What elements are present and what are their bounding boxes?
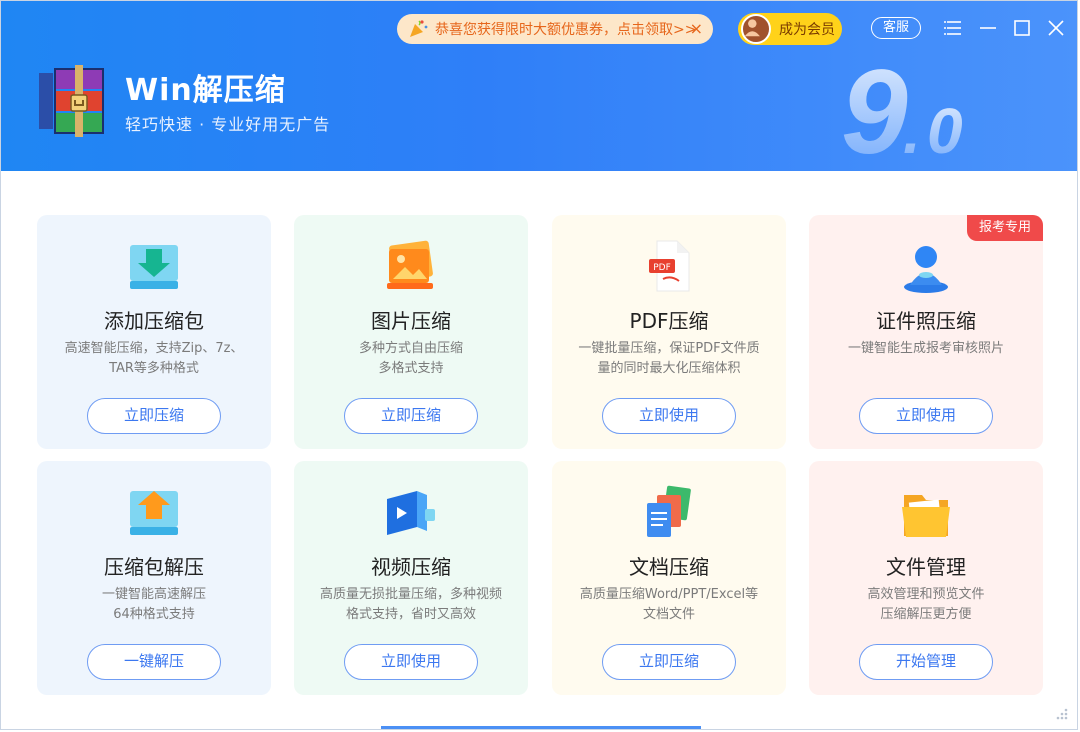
- document-icon: [647, 485, 691, 537]
- card-image-compress[interactable]: 图片压缩 多种方式自由压缩 多格式支持 立即压缩: [294, 215, 528, 449]
- become-member-button[interactable]: 成为会员: [738, 13, 842, 45]
- video-icon: [387, 491, 435, 535]
- card-title: PDF压缩: [629, 309, 709, 333]
- card-description: 高效管理和预览文件 压缩解压更方便: [867, 587, 985, 622]
- use-now-button[interactable]: 立即使用: [602, 398, 736, 434]
- winrar-logo-icon: [39, 65, 104, 137]
- card-document-compress[interactable]: 文档压缩 高质量压缩Word/PPT/Excel等 文档文件 立即压缩: [552, 461, 786, 695]
- use-now-button[interactable]: 立即使用: [859, 398, 993, 434]
- promo-close-icon[interactable]: ×: [690, 19, 703, 38]
- card-title: 图片压缩: [371, 309, 451, 333]
- start-manage-button[interactable]: 开始管理: [859, 644, 993, 680]
- close-icon[interactable]: [1045, 17, 1067, 39]
- promo-text: 恭喜您获得限时大额优惠券，点击领取>>: [435, 22, 697, 38]
- app-header: Win解压缩 轻巧快速 · 专业好用无广告 9 . 0 恭喜您获得限时大额优惠券…: [1, 1, 1077, 171]
- party-popper-icon: [410, 20, 428, 37]
- member-label: 成为会员: [779, 22, 835, 38]
- svg-text:9: 9: [841, 45, 908, 171]
- folder-icon: [902, 495, 950, 537]
- card-id-photo[interactable]: 报考专用 证件照压缩 一键智能生成报考审核照片 立即使用: [809, 215, 1043, 449]
- add-archive-icon: [130, 245, 178, 289]
- id-photo-icon: [904, 246, 948, 293]
- exam-only-badge: 报考专用: [967, 215, 1043, 241]
- card-description: 高速智能压缩，支持Zip、7z、 TAR等多种格式: [64, 341, 244, 376]
- card-title: 压缩包解压: [104, 555, 204, 579]
- card-title: 文档压缩: [629, 555, 709, 579]
- promo-banner[interactable]: 恭喜您获得限时大额优惠券，点击领取>> ×: [397, 14, 713, 44]
- bottom-accent-bar: [381, 726, 701, 729]
- card-file-manager[interactable]: 文件管理 高效管理和预览文件 压缩解压更方便 开始管理: [809, 461, 1043, 695]
- app-subtitle: 轻巧快速 · 专业好用无广告: [125, 115, 331, 134]
- customer-service-button[interactable]: 客服: [871, 17, 921, 39]
- compress-now-button[interactable]: 立即压缩: [344, 398, 478, 434]
- compress-now-button[interactable]: 立即压缩: [602, 644, 736, 680]
- extract-icon: [130, 491, 178, 535]
- resize-grip-icon[interactable]: [1053, 705, 1069, 721]
- card-description: 一键智能生成报考审核照片: [847, 341, 1004, 356]
- card-description: 一键批量压缩，保证PDF文件质 量的同时最大化压缩体积: [578, 341, 760, 376]
- card-description: 高质量无损批量压缩，多种视频 格式支持，省时又高效: [319, 587, 502, 622]
- card-video-compress[interactable]: 视频压缩 高质量无损批量压缩，多种视频 格式支持，省时又高效 立即使用: [294, 461, 528, 695]
- use-now-button[interactable]: 立即使用: [344, 644, 478, 680]
- card-add-archive[interactable]: 添加压缩包 高速智能压缩，支持Zip、7z、 TAR等多种格式 立即压缩: [37, 215, 271, 449]
- version-watermark: 9 . 0: [841, 45, 963, 171]
- maximize-icon[interactable]: [1011, 17, 1033, 39]
- card-description: 高质量压缩Word/PPT/Excel等 文档文件: [579, 587, 759, 622]
- svg-text:0: 0: [927, 95, 963, 167]
- avatar-icon: [741, 14, 771, 44]
- card-pdf-compress[interactable]: PDF PDF压缩 一键批量压缩，保证PDF文件质 量的同时最大化压缩体积 立即使…: [552, 215, 786, 449]
- svg-text:.: .: [903, 95, 921, 167]
- image-icon: [387, 240, 433, 289]
- card-description: 多种方式自由压缩 多格式支持: [358, 341, 463, 376]
- card-title: 文件管理: [886, 555, 966, 579]
- card-title: 添加压缩包: [104, 309, 204, 333]
- card-extract[interactable]: 压缩包解压 一键智能高速解压 64种格式支持 一键解压: [37, 461, 271, 695]
- card-title: 视频压缩: [371, 555, 451, 579]
- app-window: Win解压缩 轻巧快速 · 专业好用无广告 9 . 0 恭喜您获得限时大额优惠券…: [0, 0, 1078, 730]
- compress-now-button[interactable]: 立即压缩: [87, 398, 221, 434]
- minimize-icon[interactable]: [977, 17, 999, 39]
- pdf-icon: PDF: [649, 240, 690, 292]
- menu-icon[interactable]: [943, 17, 965, 39]
- one-click-extract-button[interactable]: 一键解压: [87, 644, 221, 680]
- app-title: Win解压缩: [125, 73, 286, 108]
- svg-text:PDF: PDF: [653, 263, 671, 273]
- card-description: 一键智能高速解压 64种格式支持: [101, 587, 206, 622]
- card-title: 证件照压缩: [876, 309, 976, 333]
